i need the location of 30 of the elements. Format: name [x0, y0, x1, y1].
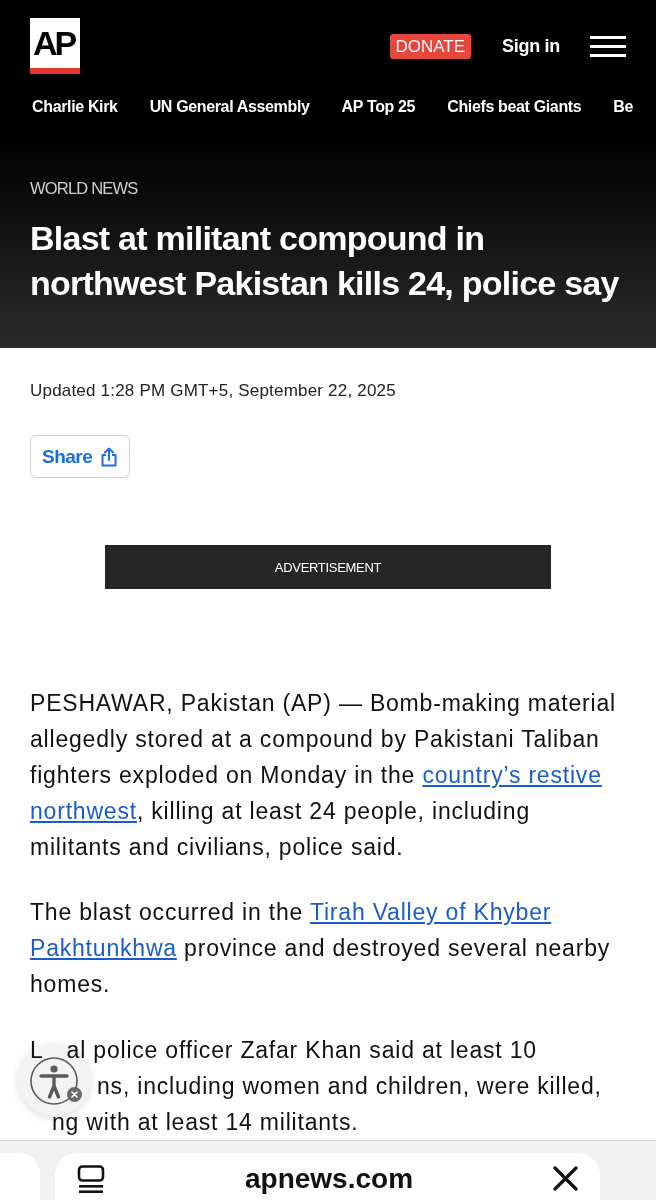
- close-icon[interactable]: [553, 1166, 578, 1191]
- inline-link[interactable]: country’s restive: [422, 762, 602, 788]
- article-paragraph: The blast occurred in the Tirah Valley of Khyber Pakhtunkhwa province and destroyed several nearby homes.: [30, 898, 612, 999]
- ap-logo[interactable]: AP: [30, 18, 80, 74]
- address-bar[interactable]: apnews.com: [55, 1153, 600, 1200]
- nav-link[interactable]: Charlie Kirk: [32, 98, 118, 116]
- nav-link[interactable]: Chiefs beat Giants: [447, 98, 582, 116]
- inline-link[interactable]: northwest: [30, 798, 137, 824]
- nav-link[interactable]: AP Top 25: [341, 98, 416, 116]
- article-headline: Blast at militant compound in northwest Pakistan kills 24, police say: [30, 218, 620, 304]
- advertisement-banner: ADVERTISEMENT: [105, 545, 551, 589]
- section-label[interactable]: WORLD NEWS: [30, 177, 138, 199]
- share-button[interactable]: Share: [30, 435, 131, 478]
- url-text[interactable]: apnews.com: [105, 1162, 553, 1195]
- nav-link[interactable]: UN General Assembly: [149, 98, 310, 116]
- paragraph-text-fragment: L: [30, 1036, 44, 1065]
- article-paragraph: PESHAWAR, Pakistan (AP) — Bomb-making material allegedly stored at a compound by Pakistani Taliban fighters exploded on Monday in the country’s restive northwest, killing at least 24 people, including militants and civilians, police said.: [30, 689, 617, 862]
- inline-link[interactable]: Pakhtunkhwa: [30, 935, 177, 961]
- paragraph-text-fragment: ns, including women and children, were killed,: [97, 1072, 602, 1101]
- inline-link[interactable]: Tirah Valley of Khyber: [309, 899, 552, 925]
- paragraph-text-fragment: ng with at least 14 militants.: [52, 1108, 359, 1137]
- reader-icon[interactable]: [77, 1164, 105, 1193]
- nav-link[interactable]: Be: [613, 98, 634, 116]
- share-icon: [100, 446, 119, 467]
- paragraph-text-fragment: al police officer Zafar Khan said at least 10: [66, 1036, 537, 1065]
- donate-button[interactable]: DONATE: [389, 33, 472, 59]
- menu-icon[interactable]: [590, 35, 626, 57]
- accessibility-icon: [30, 1057, 78, 1105]
- updated-timestamp: Updated 1:28 PM GMT+5, September 22, 2025: [30, 380, 396, 402]
- sign-in-link[interactable]: Sign in: [502, 35, 560, 57]
